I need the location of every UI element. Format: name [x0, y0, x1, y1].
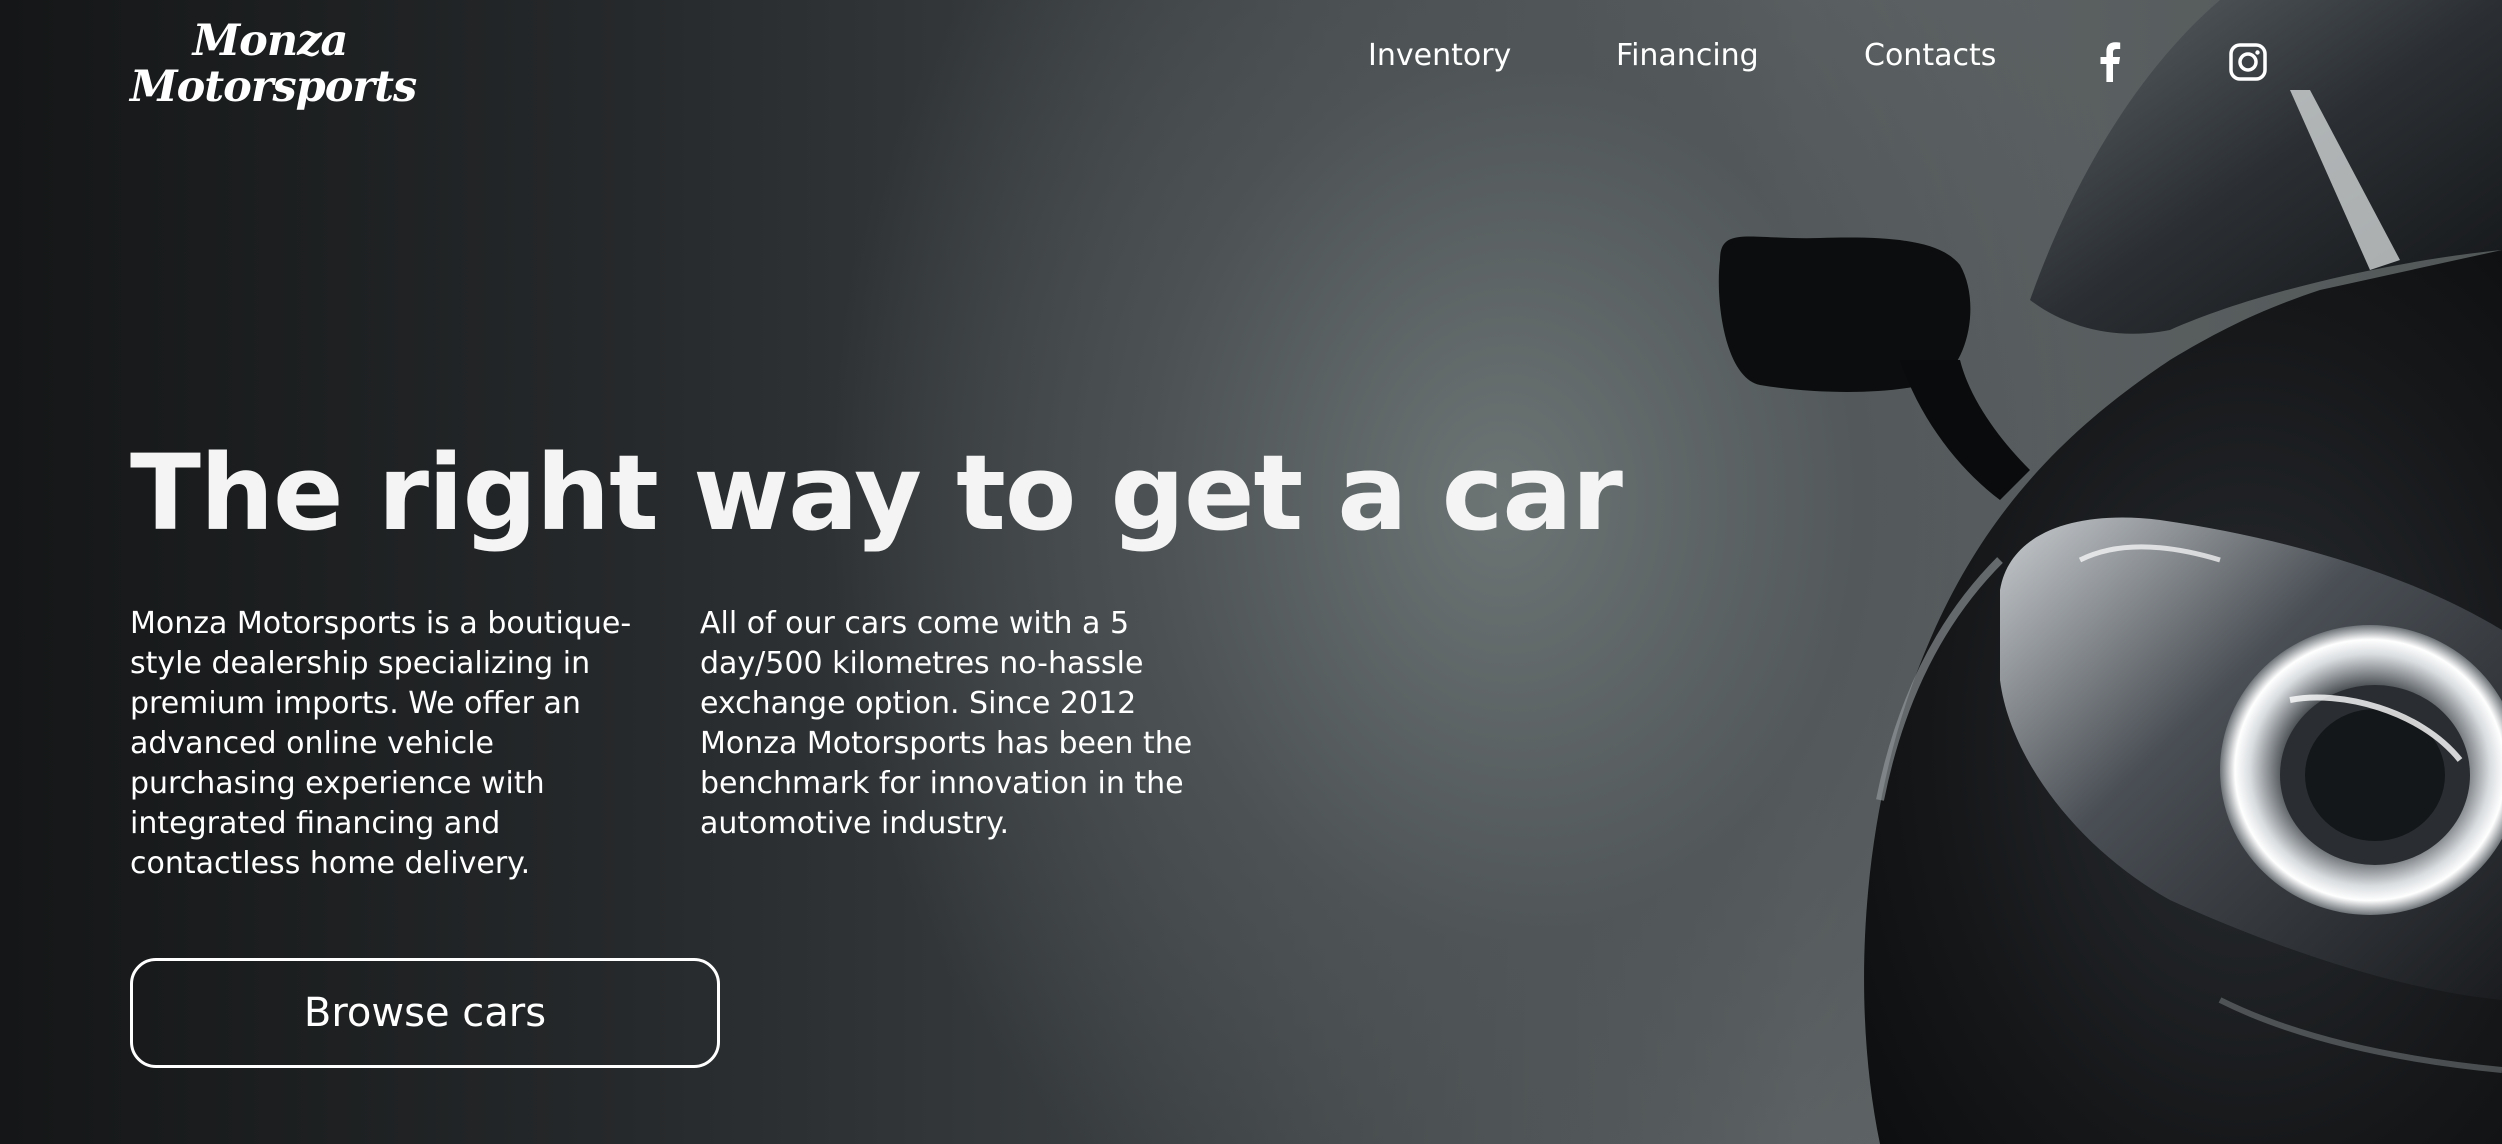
- browse-cars-button[interactable]: Browse cars: [130, 958, 720, 1068]
- instagram-icon[interactable]: [2228, 42, 2268, 82]
- nav-link-financing[interactable]: Financing: [1616, 38, 1759, 73]
- nav-link-contacts[interactable]: Contacts: [1864, 38, 1996, 73]
- hero-section: Monza Motorsports Inventory Financing Co…: [0, 0, 2502, 1144]
- facebook-icon[interactable]: [2090, 42, 2130, 82]
- hero-headline: The right way to get a car: [130, 432, 1623, 554]
- car-hero-image: [1718, 0, 2502, 1144]
- hero-description-2: All of our cars come with a 5 day/500 ki…: [700, 606, 1193, 841]
- logo-line-2: Motorsports: [130, 62, 417, 112]
- brand-logo[interactable]: Monza Motorsports: [130, 16, 417, 112]
- nav-link-inventory[interactable]: Inventory: [1368, 38, 1511, 73]
- hero-description-1: Monza Motorsports is a boutique-style de…: [130, 606, 632, 881]
- logo-line-1: Monza: [192, 16, 349, 66]
